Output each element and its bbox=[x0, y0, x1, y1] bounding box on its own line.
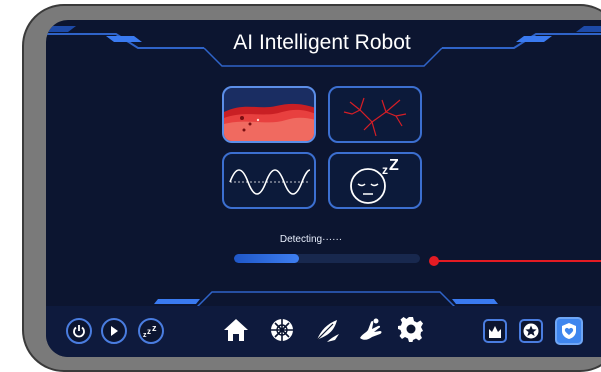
globe-icon[interactable] bbox=[268, 316, 296, 344]
power-button[interactable] bbox=[66, 318, 92, 344]
app-screen: AI Intelligent Robot z Z Detecting······… bbox=[46, 20, 601, 357]
sleep-mode-button[interactable]: z z z bbox=[138, 318, 164, 344]
feather-icon[interactable] bbox=[313, 316, 341, 344]
svg-text:z: z bbox=[147, 327, 151, 336]
star-icon bbox=[523, 323, 539, 339]
detecting-status-label: Detecting······ bbox=[279, 234, 343, 245]
skin-scan-icon bbox=[224, 103, 314, 141]
slider-line bbox=[437, 260, 601, 262]
tile-sleep-analysis[interactable]: z Z bbox=[328, 152, 422, 209]
blood-vessel-icon bbox=[343, 97, 407, 137]
tile-vascular-analysis[interactable] bbox=[328, 86, 422, 143]
favorites-button[interactable] bbox=[519, 319, 543, 343]
svg-text:z: z bbox=[382, 163, 388, 177]
gear-icon[interactable] bbox=[397, 315, 425, 343]
progress-bar-fill bbox=[234, 254, 300, 263]
play-button[interactable] bbox=[101, 318, 127, 344]
play-icon bbox=[111, 326, 118, 336]
sine-wave-icon bbox=[229, 169, 311, 195]
page-title: AI Intelligent Robot bbox=[233, 31, 411, 54]
tile-wave-analysis[interactable] bbox=[222, 152, 316, 209]
crown-button[interactable] bbox=[483, 319, 507, 343]
svg-text:Z: Z bbox=[389, 157, 399, 174]
power-icon bbox=[73, 325, 85, 338]
tile-skin-analysis[interactable] bbox=[222, 86, 316, 143]
sleep-zzz-icon: z z z bbox=[143, 323, 157, 339]
home-icon[interactable] bbox=[222, 316, 250, 344]
health-shield-button[interactable] bbox=[555, 317, 583, 345]
hand-icon[interactable] bbox=[356, 316, 384, 344]
detection-progress-bar bbox=[234, 254, 420, 263]
svg-text:z: z bbox=[152, 323, 157, 333]
heart-shield-icon bbox=[562, 323, 576, 339]
crown-icon bbox=[489, 326, 501, 338]
sleepy-face-icon: z Z bbox=[350, 157, 399, 204]
